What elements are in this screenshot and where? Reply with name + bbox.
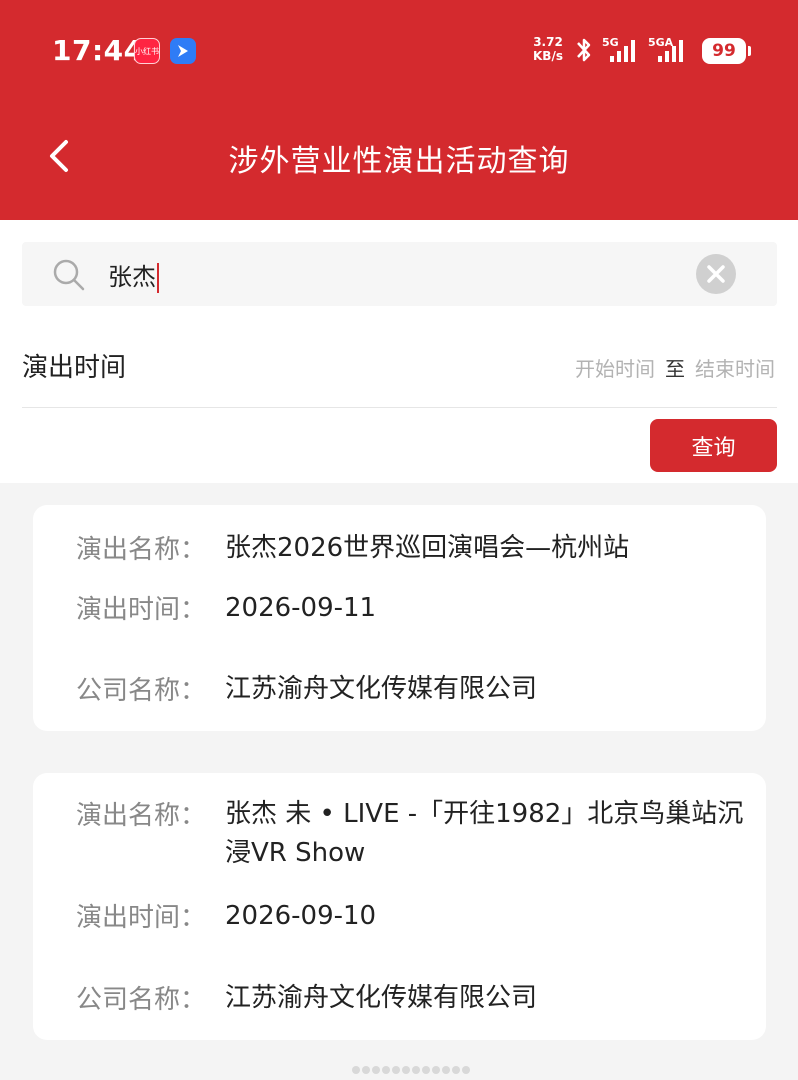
xiaohongshu-app-icon: 小红书: [134, 38, 160, 64]
signal-5g-icon: 5G: [602, 36, 635, 62]
performance-date: 2026-09-10: [225, 901, 377, 931]
company-label: 公司名称：: [75, 676, 206, 706]
result-card[interactable]: 演出名称： 张杰2026世界巡回演唱会—杭州站 演出时间： 2026-09-11…: [33, 505, 766, 731]
bluetooth-icon: [577, 38, 591, 62]
signal-5ga-icon: 5GA: [648, 36, 683, 62]
bird-app-icon: [170, 38, 196, 64]
page-title: 涉外营业性演出活动查询: [228, 144, 570, 179]
time-range-picker: 开始时间至结束时间: [575, 353, 775, 382]
performance-time-label: 演出时间: [22, 353, 127, 383]
range-separator: 至: [665, 357, 685, 381]
name-label: 演出名称：: [75, 801, 206, 831]
battery-indicator: 99: [702, 38, 751, 64]
signal-2-label: 5GA: [648, 36, 674, 49]
search-field-value: 张杰: [108, 257, 159, 293]
watermark-dots: [352, 1066, 470, 1074]
filter-panel: 张杰 演出时间 开始时间至结束时间 查询: [0, 220, 798, 483]
network-speed-value: 3.72: [533, 35, 563, 49]
performance-name: 张杰 未 • LIVE -「开往1982」北京鸟巢站沉浸VR Show: [225, 799, 744, 868]
start-time-input[interactable]: 开始时间: [575, 357, 655, 381]
search-icon: [53, 259, 85, 291]
time-label: 演出时间：: [75, 595, 206, 625]
result-card[interactable]: 演出名称： 张杰 未 • LIVE -「开往1982」北京鸟巢站沉浸VR Sho…: [33, 773, 766, 1040]
end-time-input[interactable]: 结束时间: [695, 357, 775, 381]
app-header: 17:44 小红书 3.72 KB/s 5G 5GA 99 涉外营业性演出活动查…: [0, 0, 798, 220]
text-cursor: [157, 263, 159, 293]
company-name: 江苏渝舟文化传媒有限公司: [225, 674, 538, 704]
search-value: 张杰: [108, 263, 156, 291]
divider: [22, 407, 777, 408]
network-speed-unit: KB/s: [533, 49, 563, 63]
performance-name: 张杰2026世界巡回演唱会—杭州站: [225, 533, 630, 563]
app-icon-label: 小红书: [135, 46, 159, 56]
status-time: 17:44: [52, 34, 144, 67]
network-speed: 3.72 KB/s: [533, 35, 563, 63]
search-input[interactable]: 张杰: [22, 242, 777, 306]
name-label: 演出名称：: [75, 535, 206, 565]
performance-date: 2026-09-11: [225, 593, 377, 623]
signal-1-label: 5G: [602, 36, 619, 49]
query-button[interactable]: 查询: [650, 419, 777, 472]
company-label: 公司名称：: [75, 985, 206, 1015]
company-name: 江苏渝舟文化传媒有限公司: [225, 983, 538, 1013]
time-label: 演出时间：: [75, 903, 206, 933]
clear-icon[interactable]: [696, 254, 736, 294]
